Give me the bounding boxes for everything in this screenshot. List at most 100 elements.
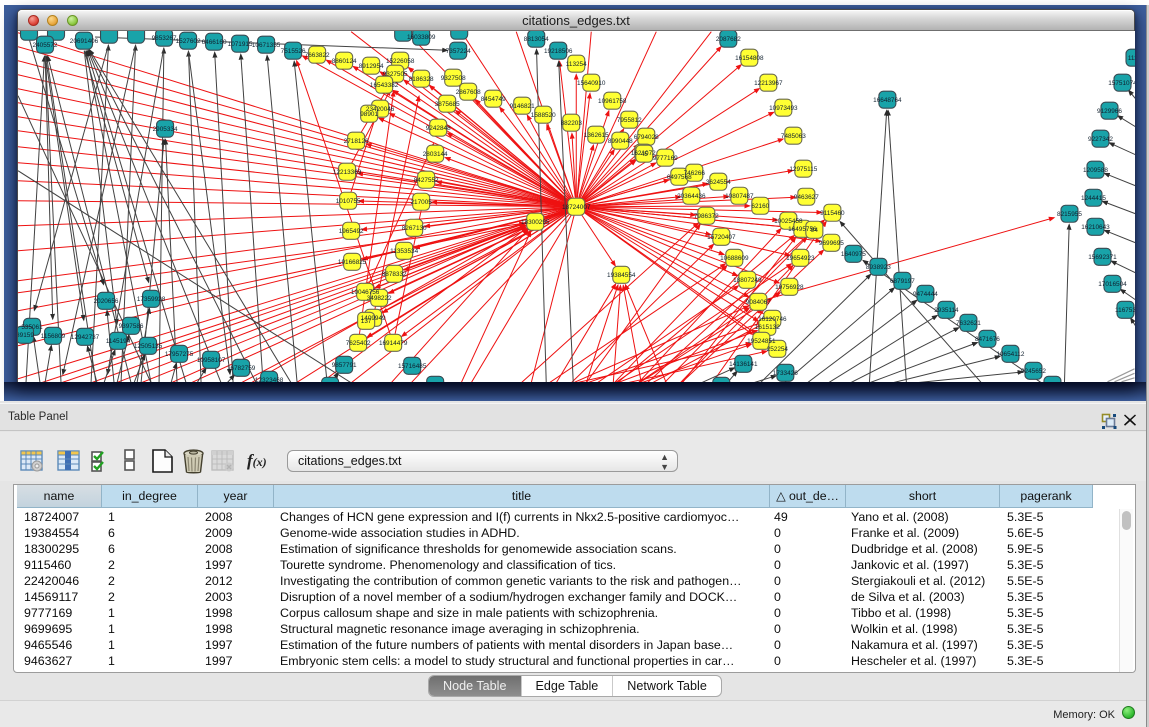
svg-text:9245652: 9245652	[1021, 368, 1046, 375]
svg-text:10961758: 10961758	[598, 98, 627, 105]
svg-text:9777169: 9777169	[653, 155, 678, 162]
svg-text:3875685: 3875685	[435, 101, 460, 108]
svg-text:7663822: 7663822	[305, 52, 330, 59]
svg-text:9146821: 9146821	[510, 103, 535, 110]
svg-text:18300295: 18300295	[521, 219, 550, 226]
svg-text:10688609: 10688609	[720, 255, 749, 262]
svg-text:2867608: 2867608	[456, 89, 481, 96]
svg-text:15751074: 15751074	[1108, 80, 1135, 87]
svg-text:7955812: 7955812	[617, 117, 642, 124]
svg-text:1640975: 1640975	[841, 251, 866, 258]
svg-text:45: 45	[641, 151, 649, 158]
svg-text:15716485: 15716485	[398, 363, 427, 370]
svg-text:9474444: 9474444	[913, 291, 938, 298]
svg-text:19384554: 19384554	[607, 272, 636, 279]
svg-text:8427552: 8427552	[414, 177, 439, 184]
svg-text:18724007: 18724007	[562, 204, 591, 211]
svg-text:1615132: 1615132	[755, 324, 780, 331]
svg-text:7625402: 7625402	[346, 340, 371, 347]
svg-text:2405572: 2405572	[33, 42, 58, 49]
svg-text:62160: 62160	[751, 203, 769, 210]
svg-text:9853267: 9853267	[152, 35, 177, 42]
svg-text:1156809: 1156809	[41, 333, 66, 340]
svg-text:9084067: 9084067	[746, 299, 771, 306]
svg-text:2935114: 2935114	[934, 307, 959, 314]
svg-text:17957275: 17957275	[165, 351, 194, 358]
svg-text:6879197: 6879197	[890, 278, 915, 285]
svg-text:9327508: 9327508	[441, 75, 466, 82]
svg-text:3498222: 3498222	[367, 295, 392, 302]
svg-text:19218506: 19218506	[544, 48, 573, 55]
svg-text:10958107: 10958107	[197, 357, 226, 364]
svg-text:535061: 535061	[21, 324, 43, 331]
svg-text:8813054: 8813054	[524, 36, 549, 43]
svg-text:9115460: 9115460	[820, 210, 845, 217]
svg-text:19524851: 19524851	[747, 338, 776, 345]
svg-text:17359928: 17359928	[137, 296, 166, 303]
svg-text:8186328: 8186328	[409, 76, 434, 83]
svg-text:6466160: 6466160	[202, 39, 227, 46]
svg-text:19166825: 19166825	[338, 259, 367, 266]
svg-text:9227342: 9227342	[1088, 136, 1113, 143]
svg-text:1965492: 1965492	[339, 228, 364, 235]
svg-text:7632621: 7632621	[956, 320, 981, 327]
svg-text:15692371: 15692371	[1088, 254, 1117, 261]
svg-text:16120746: 16120746	[758, 316, 787, 323]
svg-text:12323468: 12323468	[255, 377, 284, 382]
svg-text:8912954: 8912954	[359, 63, 384, 70]
svg-text:1527602: 1527602	[176, 38, 201, 45]
svg-text:10025458: 10025458	[774, 218, 803, 225]
svg-text:15640910: 15640910	[577, 80, 606, 87]
svg-text:11353534: 11353534	[390, 248, 418, 255]
svg-text:8454749: 8454749	[481, 96, 506, 103]
svg-text:9857791: 9857791	[332, 362, 357, 369]
svg-text:2803144: 2803144	[423, 151, 448, 158]
svg-text:2087682: 2087682	[716, 36, 741, 43]
svg-text:8878332: 8878332	[382, 271, 407, 278]
svg-text:113254: 113254	[566, 61, 587, 68]
svg-text:1112: 1112	[1128, 55, 1135, 62]
svg-text:116753: 116753	[1115, 307, 1135, 314]
svg-text:7515526: 7515526	[281, 48, 306, 55]
svg-text:16154808: 16154808	[735, 55, 764, 62]
svg-text:6794028: 6794028	[634, 134, 659, 141]
svg-text:1071915: 1071915	[228, 41, 253, 48]
svg-text:1010755: 1010755	[336, 198, 361, 205]
svg-text:18807249: 18807249	[733, 277, 762, 284]
svg-text:137: 137	[361, 318, 372, 325]
svg-text:16782759: 16782759	[227, 365, 256, 372]
svg-text:12505135: 12505135	[134, 343, 163, 350]
svg-text:8215955: 8215955	[1057, 211, 1082, 218]
svg-text:3624554: 3624554	[706, 179, 731, 186]
svg-text:1244415: 1244415	[1081, 195, 1106, 202]
svg-text:12942737: 12942737	[71, 334, 100, 341]
svg-text:8860124: 8860124	[332, 58, 357, 65]
svg-text:1362615: 1362615	[584, 132, 609, 139]
svg-text:16648764: 16648764	[873, 97, 902, 104]
svg-text:1588520: 1588520	[531, 112, 556, 119]
svg-text:9327505: 9327505	[383, 71, 408, 78]
svg-text:1733426: 1733426	[773, 370, 798, 377]
svg-text:19756928: 19756928	[775, 284, 804, 291]
svg-text:16210643: 16210643	[1081, 224, 1110, 231]
svg-text:7986372: 7986372	[694, 213, 719, 220]
svg-text:8267130: 8267130	[402, 225, 427, 232]
svg-text:20364436: 20364436	[677, 193, 706, 200]
svg-text:9463627: 9463627	[794, 194, 819, 201]
svg-text:10973493: 10973493	[769, 105, 798, 112]
svg-text:1145194: 1145194	[106, 338, 131, 345]
svg-text:15226058: 15226058	[386, 58, 415, 65]
svg-text:16543382: 16543382	[370, 82, 399, 89]
svg-text:8938923: 8938923	[866, 264, 891, 271]
svg-text:7485063: 7485063	[781, 133, 806, 140]
svg-text:98901: 98901	[360, 111, 378, 118]
svg-text:10654112: 10654112	[996, 351, 1024, 358]
svg-text:882203: 882203	[561, 120, 583, 127]
svg-text:2020656: 2020656	[94, 298, 119, 305]
svg-text:20691406: 20691406	[70, 38, 99, 45]
svg-text:9129966: 9129966	[1097, 108, 1122, 115]
svg-text:8471676: 8471676	[975, 336, 1000, 343]
svg-text:252254: 252254	[767, 346, 789, 353]
svg-text:16914479: 16914479	[379, 340, 408, 347]
svg-text:16033809: 16033809	[407, 34, 436, 41]
